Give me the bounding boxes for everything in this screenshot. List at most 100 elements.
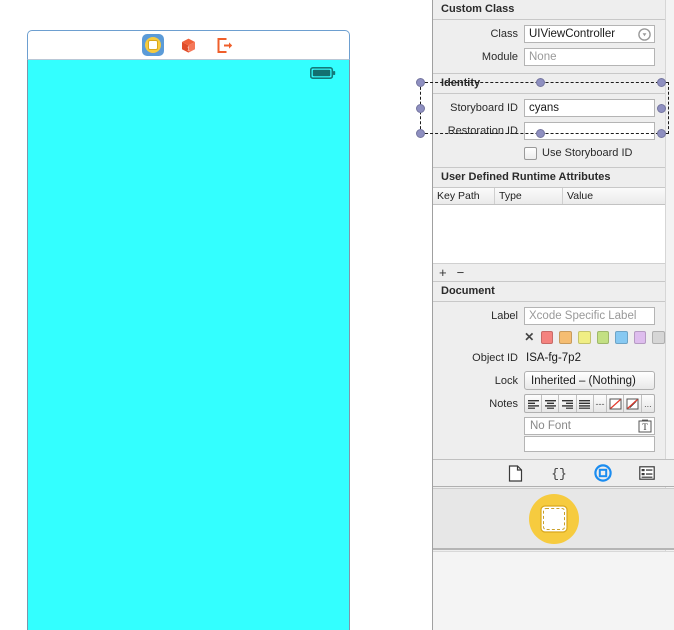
align-justify-button[interactable] — [577, 395, 594, 412]
swatch-orange[interactable] — [559, 331, 572, 344]
label-label: Label — [491, 309, 518, 322]
scene-dock[interactable]: 1 — [27, 30, 350, 60]
section-runtime-attributes: Key Path Type Value + − — [433, 188, 665, 281]
runtime-attributes-body[interactable] — [433, 205, 665, 264]
align-left-button[interactable] — [525, 395, 543, 412]
swatch-no-color[interactable]: ✕ — [524, 331, 535, 343]
row-label: Label Xcode Specific Label — [433, 305, 665, 326]
row-notes: Notes --- ... — [433, 393, 665, 414]
label-object-id: Object ID — [472, 351, 518, 364]
add-attribute-button[interactable]: + — [439, 266, 447, 279]
view-controller-object-icon[interactable] — [527, 492, 581, 546]
list-panel-icon — [639, 466, 655, 480]
swatch-gray[interactable] — [652, 331, 665, 344]
section-header-runtime-attributes: User Defined Runtime Attributes — [433, 167, 665, 188]
font-value: No Font — [530, 420, 571, 432]
storyboard-id-input[interactable]: cyans — [524, 98, 655, 117]
row-use-storyboard-id[interactable]: Use Storyboard ID — [433, 143, 665, 163]
font-field[interactable]: No Font T — [524, 417, 655, 435]
class-dropdown-icon[interactable] — [638, 27, 651, 41]
label-restoration-id: Restoration ID — [447, 124, 518, 137]
align-left-icon — [527, 399, 539, 409]
notes-overflow-button[interactable]: ... — [642, 395, 654, 412]
tab-identity-inspector[interactable] — [592, 462, 614, 484]
section-custom-class: Class UIViewController Module None — [433, 20, 665, 73]
identity-circle-icon — [594, 464, 612, 482]
label-module: Module — [481, 50, 518, 63]
align-right-icon — [562, 399, 574, 409]
first-responder-cube-icon: 1 — [182, 38, 195, 53]
restoration-id-input[interactable] — [524, 121, 655, 140]
inspector-bottom-area — [433, 551, 674, 630]
swatch-green[interactable] — [596, 331, 610, 344]
label-color-swatches: ✕ — [433, 328, 665, 347]
section-header-custom-class: Custom Class — [433, 0, 665, 20]
class-value: UIViewController — [529, 27, 616, 40]
use-storyboard-id-label: Use Storyboard ID — [542, 147, 633, 159]
identity-inspector-panel[interactable]: Custom Class Class UIViewController Modu… — [432, 0, 674, 630]
braces-icon: {} — [551, 467, 567, 482]
row-font: No Font T — [433, 416, 665, 436]
swatch-yellow[interactable] — [577, 331, 591, 344]
module-input[interactable]: None — [524, 47, 655, 66]
tab-quick-help-inspector[interactable]: {} — [548, 462, 570, 484]
row-storyboard-id: Storyboard ID cyans — [433, 97, 665, 118]
row-object-id: Object ID ISA-fg-7p2 — [433, 347, 665, 368]
tab-attributes-inspector[interactable] — [636, 462, 658, 484]
view-controller-icon — [144, 37, 161, 53]
label-lock: Lock — [494, 374, 518, 387]
column-key-path[interactable]: Key Path — [433, 188, 495, 204]
exit-icon — [217, 37, 233, 53]
swatch-blue[interactable] — [615, 331, 628, 344]
battery-icon — [310, 67, 336, 79]
column-value[interactable]: Value — [563, 188, 665, 204]
row-restoration-id: Restoration ID — [433, 120, 665, 141]
remove-attribute-button[interactable]: − — [457, 266, 465, 279]
section-header-document: Document — [433, 281, 665, 302]
section-header-identity: Identity — [433, 73, 665, 94]
class-input[interactable]: UIViewController — [524, 24, 655, 43]
tab-file-inspector[interactable] — [504, 462, 526, 484]
dock-icon-view-controller[interactable] — [141, 34, 164, 56]
svg-text:T: T — [642, 422, 648, 432]
label-storyboard-id: Storyboard ID — [450, 101, 518, 114]
align-center-icon — [544, 399, 556, 409]
file-icon — [508, 464, 522, 482]
section-document: Label Xcode Specific Label ✕ Object ID I… — [433, 302, 665, 456]
column-type[interactable]: Type — [495, 188, 563, 204]
label-notes: Notes — [489, 397, 518, 410]
runtime-attributes-header: Key Path Type Value — [433, 188, 665, 205]
document-label-input[interactable]: Xcode Specific Label — [524, 306, 655, 325]
section-identity: Storyboard ID cyans Restoration ID Use S… — [433, 94, 665, 167]
swatch-red[interactable] — [540, 331, 554, 344]
document-label-placeholder: Xcode Specific Label — [529, 309, 637, 322]
swatch-purple[interactable] — [633, 331, 647, 344]
storyboard-canvas[interactable]: 1 — [0, 0, 432, 630]
row-module: Module None — [433, 46, 665, 67]
swatch-slash-icon — [626, 398, 639, 409]
root-view[interactable] — [27, 60, 350, 630]
view-controller-scene[interactable]: 1 — [27, 30, 352, 630]
label-class: Class — [490, 27, 518, 40]
module-value: None — [529, 50, 557, 63]
swatch-slash-icon — [609, 398, 622, 409]
object-preview-pane[interactable] — [433, 488, 674, 550]
align-justify-icon — [579, 399, 591, 409]
dock-icon-exit[interactable] — [214, 34, 236, 56]
lock-value: Inherited – (Nothing) — [531, 374, 636, 387]
notes-text-area[interactable] — [524, 436, 655, 452]
highlight-color-button[interactable] — [624, 395, 642, 412]
svg-text:1: 1 — [187, 46, 190, 52]
dock-icon-first-responder[interactable]: 1 — [178, 34, 200, 56]
list-dash-button[interactable]: --- — [594, 395, 608, 412]
align-right-button[interactable] — [559, 395, 577, 412]
font-panel-icon[interactable]: T — [638, 419, 652, 433]
row-class: Class UIViewController — [433, 23, 665, 44]
object-id-value: ISA-fg-7p2 — [526, 351, 581, 364]
use-storyboard-id-checkbox[interactable] — [524, 146, 537, 160]
svg-text:{}: {} — [551, 467, 567, 482]
lock-dropdown[interactable]: Inherited – (Nothing) — [524, 371, 655, 390]
inspector-tab-bar: {} — [433, 459, 674, 487]
text-color-button[interactable] — [607, 395, 625, 412]
align-center-button[interactable] — [542, 395, 560, 412]
